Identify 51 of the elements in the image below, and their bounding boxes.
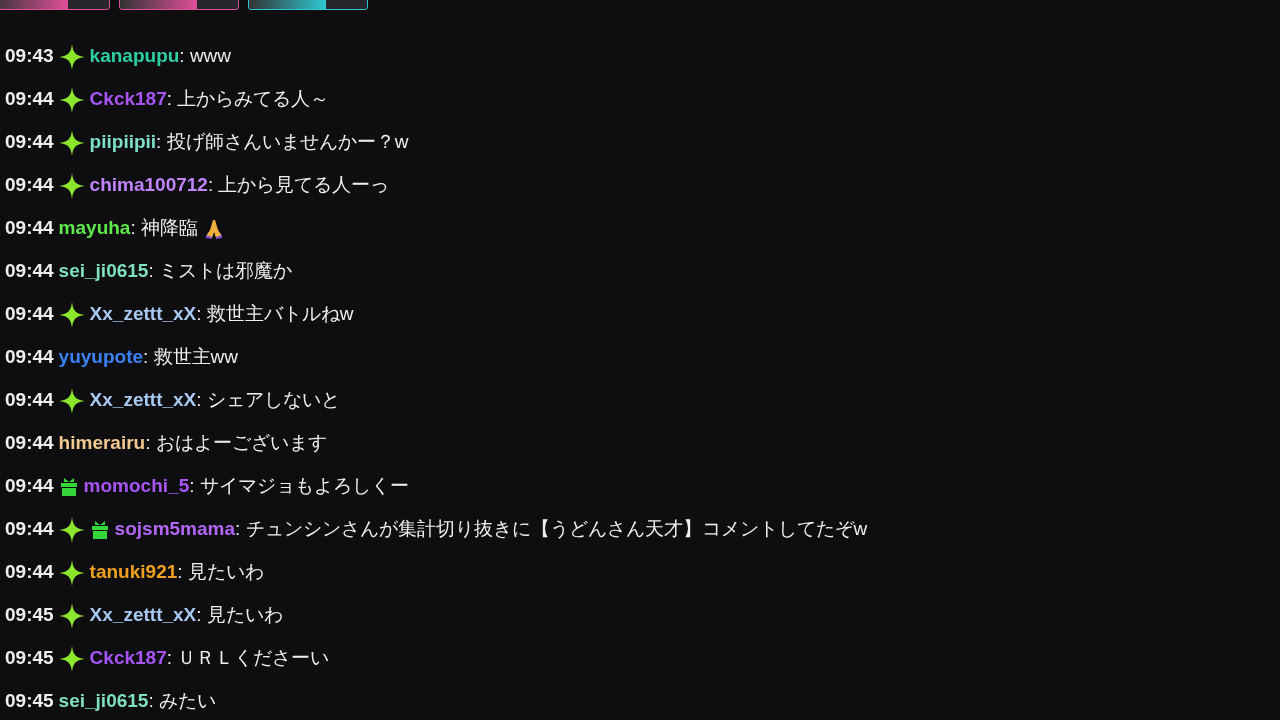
timestamp: 09:44 (5, 388, 54, 413)
username[interactable]: tanuki921 (89, 558, 178, 587)
username[interactable]: yuyupote (58, 343, 144, 372)
timestamp: 09:44 (5, 87, 54, 112)
message-text: : おはよーございます (145, 431, 327, 456)
username[interactable]: Xx_zettt_xX (89, 386, 197, 415)
message-text: : みたい (148, 689, 216, 714)
username[interactable]: himerairu (58, 429, 146, 458)
message-text: : ＵＲＬくださーい (166, 646, 330, 671)
message-text: : サイマジョもよろしくー (189, 474, 409, 499)
message-text: : 投げ師さんいませんかー？w (156, 130, 409, 155)
timestamp: 09:45 (5, 646, 54, 671)
username[interactable]: sei_ji0615 (58, 687, 149, 716)
username[interactable]: sojsm5mama (114, 515, 235, 544)
timestamp: 09:44 (5, 130, 54, 155)
username[interactable]: Xx_zettt_xX (89, 601, 197, 630)
timestamp: 09:44 (5, 517, 54, 542)
username[interactable]: Ckck187 (89, 644, 167, 673)
timestamp: 09:44 (5, 216, 54, 241)
timestamp: 09:44 (5, 259, 54, 284)
username[interactable]: momochi_5 (83, 472, 190, 501)
message-text: : 神降臨 (130, 216, 198, 241)
username[interactable]: chima100712 (89, 171, 208, 200)
message-text: : 上から見てる人ーっ (207, 173, 390, 198)
message-text: : 見たいわ (196, 603, 283, 628)
username[interactable]: kanapupu (89, 42, 180, 71)
message-text: : ミストは邪魔か (148, 259, 292, 284)
username[interactable]: Ckck187 (89, 85, 167, 114)
username[interactable]: Xx_zettt_xX (89, 300, 197, 329)
message-text: : 救世主バトルねw (196, 302, 354, 327)
timestamp: 09:45 (5, 689, 54, 714)
timestamp: 09:44 (5, 474, 54, 499)
card[interactable] (119, 0, 239, 10)
username[interactable]: mayuha (58, 214, 131, 243)
timestamp: 09:44 (5, 345, 54, 370)
username[interactable]: sei_ji0615 (58, 257, 149, 286)
card[interactable] (0, 0, 110, 10)
message-text: : シェアしないと (196, 388, 340, 413)
timestamp: 09:44 (5, 302, 54, 327)
message-text: : チュンシンさんが集計切り抜きに【うどんさん天才】コメントしてたぞw (235, 517, 868, 542)
timestamp: 09:43 (5, 44, 54, 69)
message-text: : 救世主ww (143, 345, 239, 370)
card[interactable] (248, 0, 368, 10)
message-text: : 上からみてる人～ (166, 87, 330, 112)
username[interactable]: piipiipii (89, 128, 157, 157)
timestamp: 09:44 (5, 431, 54, 456)
timestamp: 09:44 (5, 560, 54, 585)
timestamp: 09:45 (5, 603, 54, 628)
message-text: : www (179, 44, 232, 69)
message-text: : 見たいわ (177, 560, 264, 585)
timestamp: 09:44 (5, 173, 54, 198)
